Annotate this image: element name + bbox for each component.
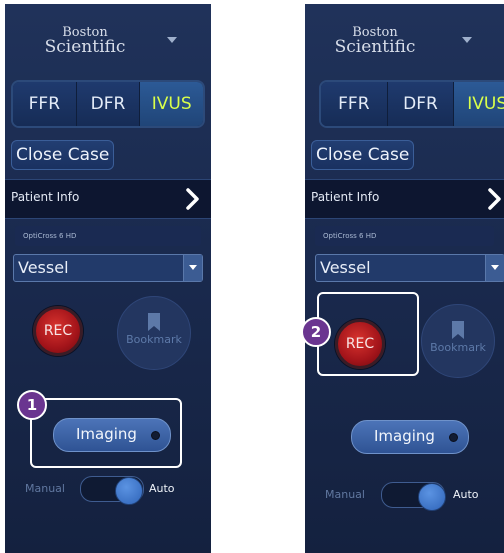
- manual-auto-toggle[interactable]: Manual Auto: [25, 474, 185, 505]
- imaging-status-dot: [449, 433, 458, 442]
- brand-line2: Scientific: [44, 37, 126, 57]
- chevron-right-icon[interactable]: [483, 187, 504, 211]
- dropdown-arrow-icon[interactable]: [183, 255, 202, 281]
- bookmark-button[interactable]: Bookmark: [421, 304, 495, 378]
- mode-ivus-button[interactable]: IVUS: [140, 82, 203, 126]
- left-panel: Boston Scientific FFR DFR IVUS Close Cas…: [5, 4, 211, 553]
- toggle-track[interactable]: [381, 482, 446, 511]
- manual-label: Manual: [25, 482, 65, 495]
- mode-selector: FFR DFR IVUS: [319, 80, 504, 128]
- mode-ivus-button[interactable]: IVUS: [454, 82, 504, 126]
- highlight-box: [317, 292, 419, 376]
- caret-down-icon[interactable]: [167, 37, 177, 43]
- auto-label: Auto: [149, 482, 175, 495]
- imaging-label: Imaging: [374, 427, 435, 445]
- chevron-right-icon[interactable]: [181, 187, 205, 211]
- mode-dfr-button[interactable]: DFR: [76, 82, 141, 126]
- mode-selector: FFR DFR IVUS: [11, 80, 205, 128]
- patient-info-label: Patient Info: [311, 190, 380, 204]
- vessel-value: Vessel: [18, 258, 69, 277]
- bookmark-icon: [452, 321, 464, 339]
- patient-info-label: Patient Info: [11, 190, 80, 204]
- brand-logo: Boston Scientific: [305, 26, 445, 66]
- toggle-knob[interactable]: [115, 477, 143, 505]
- device-label: OptiCross 6 HD: [15, 226, 201, 246]
- right-panel: Boston Scientific FFR DFR IVUS Close Cas…: [305, 4, 504, 553]
- patient-info-row[interactable]: Patient Info: [5, 179, 211, 219]
- bookmark-label: Bookmark: [126, 333, 182, 346]
- manual-label: Manual: [325, 488, 365, 501]
- brand-line2: Scientific: [334, 37, 416, 57]
- toggle-knob[interactable]: [418, 483, 446, 511]
- mode-ffr-button[interactable]: FFR: [13, 82, 77, 126]
- bookmark-button[interactable]: Bookmark: [117, 296, 191, 370]
- bookmark-label: Bookmark: [430, 341, 486, 354]
- patient-info-row[interactable]: Patient Info: [305, 179, 504, 219]
- close-case-button[interactable]: Close Case: [311, 140, 415, 170]
- highlight-box: [30, 398, 182, 468]
- callout-badge: 1: [17, 390, 47, 420]
- caret-down-icon[interactable]: [462, 37, 472, 43]
- brand-logo: Boston Scientific: [5, 26, 165, 66]
- vessel-value: Vessel: [320, 258, 371, 277]
- mode-ffr-button[interactable]: FFR: [321, 82, 388, 126]
- vessel-dropdown[interactable]: Vessel: [315, 254, 504, 282]
- vessel-dropdown[interactable]: Vessel: [13, 254, 203, 282]
- toggle-track[interactable]: [80, 476, 144, 505]
- bookmark-icon: [148, 313, 160, 331]
- close-case-button[interactable]: Close Case: [11, 140, 115, 170]
- manual-auto-toggle[interactable]: Manual Auto: [325, 480, 495, 511]
- dropdown-arrow-icon[interactable]: [485, 255, 504, 281]
- imaging-button[interactable]: Imaging: [351, 420, 469, 454]
- callout-badge: 2: [301, 317, 331, 347]
- rec-button[interactable]: REC: [33, 306, 83, 356]
- device-label: OptiCross 6 HD: [315, 226, 494, 246]
- mode-dfr-button[interactable]: DFR: [387, 82, 455, 126]
- auto-label: Auto: [453, 488, 479, 501]
